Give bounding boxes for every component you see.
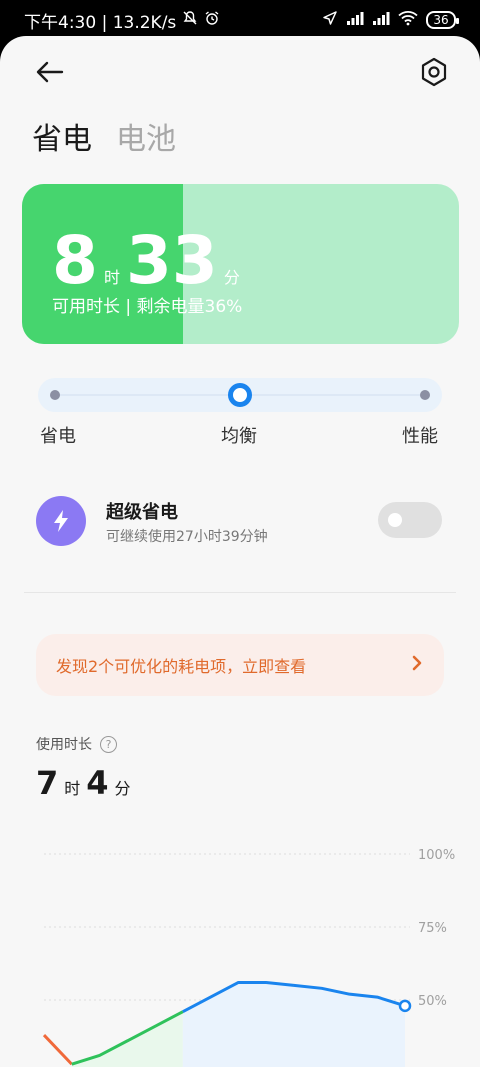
wifi-icon xyxy=(398,10,418,31)
super-power-saving-subtitle: 可继续使用27小时39分钟 xyxy=(106,529,268,545)
slider-stop-performance[interactable] xyxy=(420,390,430,400)
battery-icon: 36 xyxy=(426,11,459,29)
mode-label-performance: 性能 xyxy=(402,426,438,447)
optimize-text: 发现2个可优化的耗电项，立即查看 xyxy=(56,657,307,676)
remaining-hours: 8 xyxy=(52,222,98,299)
current-point xyxy=(398,999,412,1013)
tab-bar: 省电 电池 xyxy=(32,114,176,158)
super-power-saving-toggle[interactable] xyxy=(378,502,442,538)
usage-label-text: 使用时长 xyxy=(36,737,92,753)
usage-minutes: 4 xyxy=(86,764,109,802)
mute-icon xyxy=(182,10,198,31)
mode-label-power-saving: 省电 xyxy=(40,426,76,447)
super-power-saving-title: 超级省电 xyxy=(106,502,178,523)
super-power-saving-row[interactable]: 超级省电 可继续使用27小时39分钟 xyxy=(36,496,444,560)
usage-hours-unit: 时 xyxy=(64,779,81,798)
battery-remaining-card[interactable]: 8 时 33 分 可用时长 | 剩余电量36% xyxy=(22,184,459,344)
status-time-speed: 下午4:30 | 13.2K/s xyxy=(24,12,177,33)
divider xyxy=(24,592,456,593)
help-icon[interactable]: ? xyxy=(100,735,117,753)
toggle-knob xyxy=(388,513,402,527)
alarm-icon xyxy=(204,10,220,31)
mode-label-balanced: 均衡 xyxy=(221,426,257,447)
usage-duration-value: 7 时 4 分 xyxy=(36,764,131,802)
minutes-unit: 分 xyxy=(223,268,240,287)
location-icon xyxy=(322,10,338,31)
status-bar: 下午4:30 | 13.2K/s 36 xyxy=(0,0,480,40)
lightning-icon xyxy=(36,496,86,546)
y-tick-label: 50% xyxy=(418,994,447,1009)
mode-labels: 省电 均衡 性能 xyxy=(40,422,438,448)
optimize-banner[interactable]: 发现2个可优化的耗电项，立即查看 xyxy=(36,634,444,696)
y-tick-label: 100% xyxy=(418,848,455,863)
signal-icon-2 xyxy=(372,10,390,31)
remaining-time: 8 时 33 分 xyxy=(52,228,240,294)
tab-power-saving[interactable]: 省电 xyxy=(32,114,92,158)
slider-knob[interactable] xyxy=(228,383,252,407)
remaining-minutes: 33 xyxy=(125,222,218,299)
signal-icon xyxy=(346,10,364,31)
series-line-start xyxy=(42,1034,73,1066)
battery-subtitle: 可用时长 | 剩余电量36% xyxy=(52,297,243,317)
usage-duration-label: 使用时长 ? xyxy=(36,734,117,754)
y-tick-label: 75% xyxy=(418,921,447,936)
top-bar xyxy=(0,36,480,106)
tab-battery[interactable]: 电池 xyxy=(116,114,176,158)
slider-stop-power-saving[interactable] xyxy=(50,390,60,400)
chevron-right-icon xyxy=(410,654,424,676)
back-button[interactable] xyxy=(32,54,68,90)
settings-button[interactable] xyxy=(416,54,452,90)
hours-unit: 时 xyxy=(103,268,120,287)
usage-hours: 7 xyxy=(36,764,59,802)
power-saving-page: 省电 电池 8 时 33 分 可用时长 | 剩余电量36% 省电 均衡 性能 超… xyxy=(0,36,480,1067)
performance-mode-slider[interactable] xyxy=(38,378,442,412)
battery-level-chart: 100%75%50%25% xyxy=(42,848,455,1067)
back-arrow-icon xyxy=(36,61,64,83)
settings-icon xyxy=(421,57,447,87)
usage-minutes-unit: 分 xyxy=(114,779,131,798)
